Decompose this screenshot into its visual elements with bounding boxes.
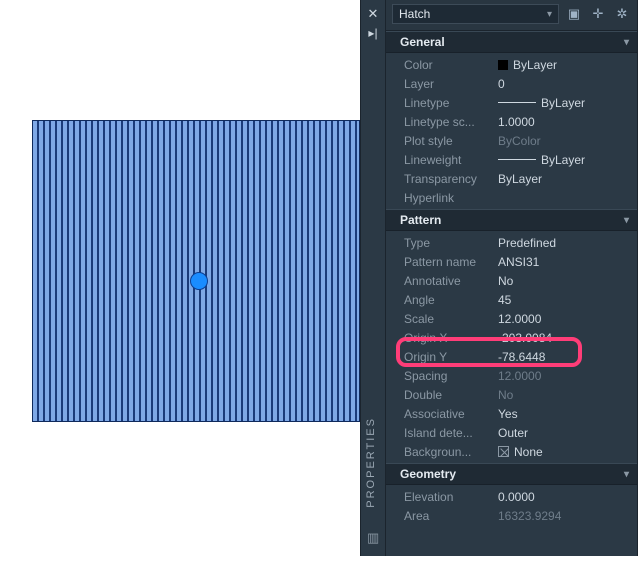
prop-row-layer[interactable]: Layer0 bbox=[386, 74, 637, 93]
prop-row-island-detection[interactable]: Island dete...Outer bbox=[386, 423, 637, 442]
section-title: General bbox=[400, 35, 445, 49]
section-header-geometry[interactable]: Geometry ▾ bbox=[386, 463, 637, 485]
prop-row-linetype[interactable]: Linetype ByLayer bbox=[386, 93, 637, 112]
prop-row-background[interactable]: Backgroun... None bbox=[386, 442, 637, 461]
prop-row-double[interactable]: DoubleNo bbox=[386, 385, 637, 404]
prop-row-angle[interactable]: Angle45 bbox=[386, 290, 637, 309]
chevron-down-icon: ▾ bbox=[624, 37, 629, 48]
palette-side-strip: ✕ ▸| PROPERTIES ▥ bbox=[360, 0, 386, 556]
lineweight-sample-icon bbox=[498, 159, 536, 160]
section-general: Color ByLayer Layer0 Linetype ByLayer Li… bbox=[386, 53, 637, 209]
prop-row-ltscale[interactable]: Linetype sc...1.0000 bbox=[386, 112, 637, 131]
prop-row-lineweight[interactable]: Lineweight ByLayer bbox=[386, 150, 637, 169]
object-type-value: Hatch bbox=[399, 7, 430, 21]
close-icon[interactable]: ✕ bbox=[361, 6, 385, 22]
section-header-general[interactable]: General ▾ bbox=[386, 31, 637, 53]
prop-row-area[interactable]: Area16323.9294 bbox=[386, 506, 637, 525]
prop-row-hyperlink[interactable]: Hyperlink bbox=[386, 188, 637, 207]
select-objects-icon[interactable]: ✛ bbox=[589, 5, 607, 23]
section-title: Pattern bbox=[400, 213, 441, 227]
chevron-down-icon: ▾ bbox=[547, 9, 552, 20]
prop-row-origin-y[interactable]: Origin Y-78.6448 bbox=[386, 347, 637, 366]
prop-row-elevation[interactable]: Elevation0.0000 bbox=[386, 487, 637, 506]
drawing-canvas[interactable] bbox=[0, 0, 390, 568]
section-title: Geometry bbox=[400, 467, 456, 481]
section-pattern: TypePredefined Pattern nameANSI31 Annota… bbox=[386, 231, 637, 463]
prop-row-color[interactable]: Color ByLayer bbox=[386, 55, 637, 74]
color-swatch-icon bbox=[498, 60, 508, 70]
prop-row-scale[interactable]: Scale12.0000 bbox=[386, 309, 637, 328]
prop-row-annotative[interactable]: AnnotativeNo bbox=[386, 271, 637, 290]
hatch-object[interactable] bbox=[32, 120, 360, 422]
prop-row-type[interactable]: TypePredefined bbox=[386, 233, 637, 252]
autohide-icon[interactable]: ▸| bbox=[361, 26, 385, 40]
prop-row-associative[interactable]: AssociativeYes bbox=[386, 404, 637, 423]
toggle-pickadd-icon[interactable]: ▣ bbox=[565, 5, 583, 23]
properties-palette: Hatch ▾ ▣ ✛ ✲ General ▾ Color ByLayer La… bbox=[386, 0, 638, 556]
section-header-pattern[interactable]: Pattern ▾ bbox=[386, 209, 637, 231]
section-geometry: Elevation0.0000 Area16323.9294 bbox=[386, 485, 637, 527]
prop-row-origin-x[interactable]: Origin X-203.0084 bbox=[386, 328, 637, 347]
options-icon[interactable]: ▥ bbox=[367, 530, 379, 546]
hatch-grip[interactable] bbox=[190, 272, 208, 290]
chevron-down-icon: ▾ bbox=[624, 469, 629, 480]
quick-select-icon[interactable]: ✲ bbox=[613, 5, 631, 23]
prop-row-pattern-name[interactable]: Pattern nameANSI31 bbox=[386, 252, 637, 271]
prop-row-spacing[interactable]: Spacing12.0000 bbox=[386, 366, 637, 385]
prop-row-transparency[interactable]: TransparencyByLayer bbox=[386, 169, 637, 188]
linetype-sample-icon bbox=[498, 102, 536, 103]
object-type-dropdown[interactable]: Hatch ▾ bbox=[392, 4, 559, 24]
chevron-down-icon: ▾ bbox=[624, 215, 629, 226]
prop-row-plotstyle[interactable]: Plot styleByColor bbox=[386, 131, 637, 150]
palette-title-vertical: PROPERTIES bbox=[365, 417, 383, 508]
palette-header: Hatch ▾ ▣ ✛ ✲ bbox=[386, 0, 637, 31]
none-swatch-icon bbox=[498, 446, 509, 457]
